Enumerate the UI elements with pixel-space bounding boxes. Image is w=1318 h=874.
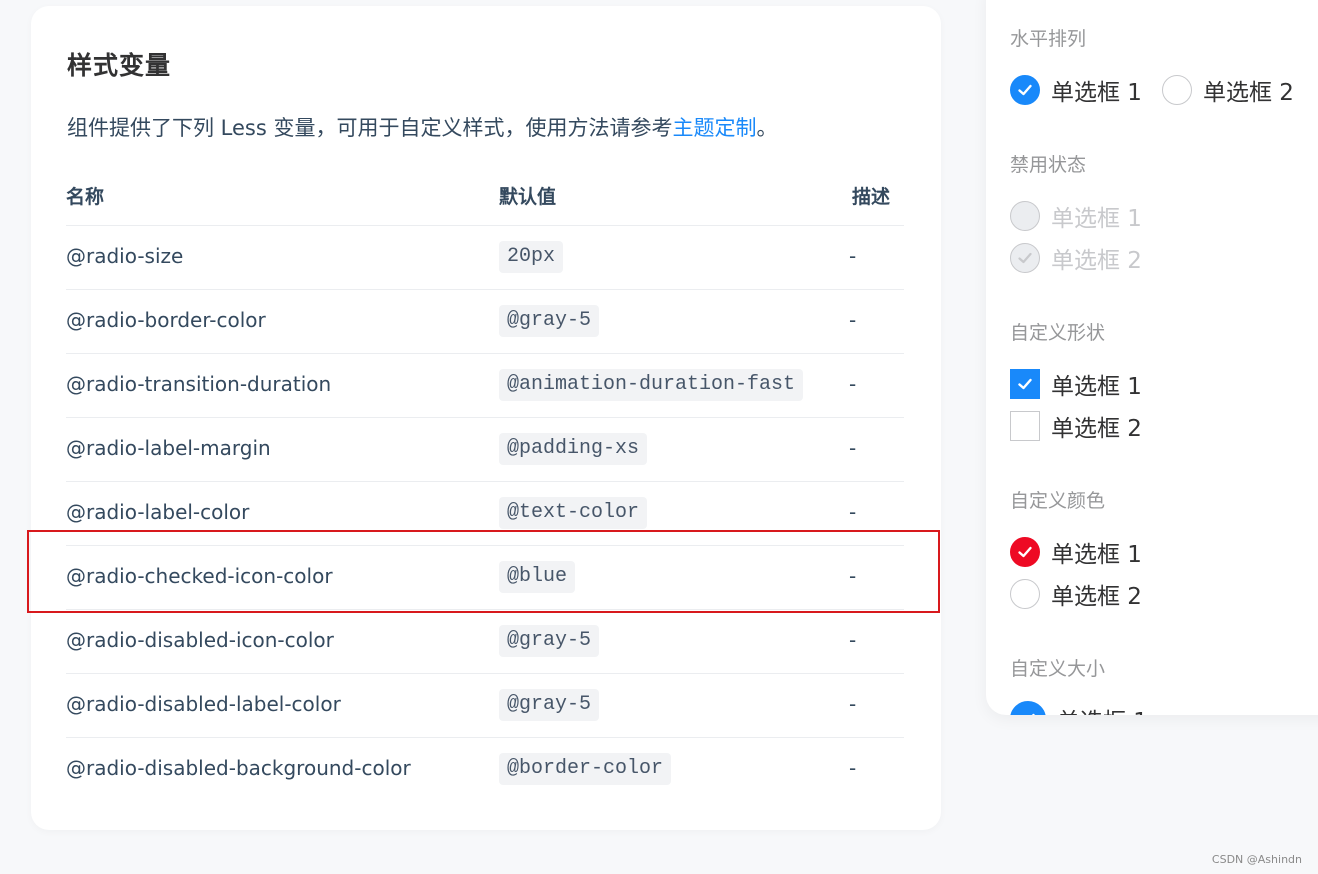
demo-section-title: 水平排列 [1010, 28, 1087, 50]
demo-section-title: 自定义形状 [1010, 322, 1106, 344]
variable-desc: - [849, 692, 857, 716]
variable-desc: - [849, 436, 857, 460]
variable-name: @radio-label-color [66, 500, 250, 524]
variable-default: @gray-5 [499, 305, 600, 337]
radio-option[interactable]: 单选框 1 [1010, 535, 1142, 569]
doc-description-end: 。 [756, 116, 778, 140]
variable-default: @gray-5 [499, 689, 600, 721]
radio-label: 单选框 2 [1051, 248, 1142, 274]
doc-title: 样式变量 [67, 51, 172, 80]
variable-desc: - [849, 628, 857, 652]
check-icon [1010, 537, 1040, 567]
radio-option[interactable]: 单选框 2 [1010, 409, 1142, 443]
table-row: @radio-label-margin @padding-xs - [66, 417, 904, 481]
variable-desc: - [849, 500, 857, 524]
check-icon [1010, 75, 1040, 105]
radio-label: 单选框 1 [1051, 374, 1142, 400]
table-row: @radio-size 20px - [66, 225, 904, 289]
radio-label: 单选框 2 [1051, 416, 1142, 442]
radio-label: 单选框 1 [1051, 542, 1142, 568]
variable-name: @radio-size [66, 244, 184, 268]
radio-circle-icon [1162, 75, 1192, 105]
check-icon [1010, 369, 1040, 399]
table-row: @radio-border-color @gray-5 - [66, 289, 904, 353]
variable-desc: - [849, 244, 857, 268]
radio-label: 单选框 1 [1051, 206, 1142, 232]
check-icon [1010, 701, 1046, 715]
variable-default: @gray-5 [499, 625, 600, 657]
variable-desc: - [849, 756, 857, 780]
radio-option[interactable]: 单选框 2 [1162, 73, 1294, 107]
demo-section-title: 自定义大小 [1010, 658, 1106, 680]
column-header-default: 默认值 [499, 186, 557, 208]
table-row: @radio-disabled-label-color @gray-5 - [66, 673, 904, 737]
demo-section-title: 自定义颜色 [1010, 490, 1106, 512]
radio-option[interactable]: 单选框 1 [1010, 367, 1142, 401]
doc-description: 组件提供了下列 Less 变量，可用于自定义样式，使用方法请参考主题定制。 [67, 112, 777, 142]
radio-option: 单选框 1 [1010, 199, 1142, 233]
table-row: @radio-disabled-icon-color @gray-5 - [66, 609, 904, 673]
variable-default: @border-color [499, 753, 672, 785]
highlight-annotation-box [27, 530, 940, 613]
variable-default: @animation-duration-fast [499, 369, 804, 401]
radio-label: 单选框 2 [1203, 80, 1294, 106]
table-row: @radio-transition-duration @animation-du… [66, 353, 904, 417]
radio-option: 单选框 2 [1010, 241, 1142, 275]
radio-label: 单选框 2 [1051, 584, 1142, 610]
column-header-name: 名称 [66, 186, 105, 208]
variable-default: @padding-xs [499, 433, 648, 465]
radio-label: 单选框 1 [1057, 702, 1148, 715]
variable-default: 20px [499, 241, 564, 273]
demo-section-title: 禁用状态 [1010, 154, 1087, 176]
doc-card: 样式变量 组件提供了下列 Less 变量，可用于自定义样式，使用方法请参考主题定… [31, 6, 941, 830]
column-header-desc: 描述 [852, 186, 891, 208]
variable-name: @radio-disabled-label-color [66, 692, 341, 716]
demo-preview-panel: 水平排列 单选框 1 单选框 2 禁用状态 单选框 1 单选框 2 自定义形状 … [986, 0, 1318, 715]
doc-description-text: 组件提供了下列 Less 变量，可用于自定义样式，使用方法请参考 [67, 116, 673, 140]
check-icon [1010, 243, 1040, 273]
radio-option[interactable]: 单选框 2 [1010, 577, 1142, 611]
theme-custom-link[interactable]: 主题定制 [672, 116, 756, 140]
radio-label: 单选框 1 [1051, 80, 1142, 106]
table-row: @radio-disabled-background-color @border… [66, 737, 904, 801]
variable-name: @radio-disabled-icon-color [66, 628, 334, 652]
radio-square-icon [1010, 411, 1040, 441]
variable-name: @radio-transition-duration [66, 372, 332, 396]
variable-desc: - [849, 308, 857, 332]
variable-name: @radio-disabled-background-color [66, 756, 411, 780]
variable-default: @text-color [499, 497, 648, 529]
radio-circle-icon [1010, 579, 1040, 609]
variable-name: @radio-label-margin [66, 436, 271, 460]
radio-circle-icon [1010, 201, 1040, 231]
variable-name: @radio-border-color [66, 308, 266, 332]
watermark: CSDN @Ashindn [1211, 853, 1302, 866]
radio-option[interactable]: 单选框 1 [1010, 73, 1142, 107]
variable-desc: - [849, 372, 857, 396]
radio-option[interactable]: 单选框 1 [1010, 701, 1148, 715]
